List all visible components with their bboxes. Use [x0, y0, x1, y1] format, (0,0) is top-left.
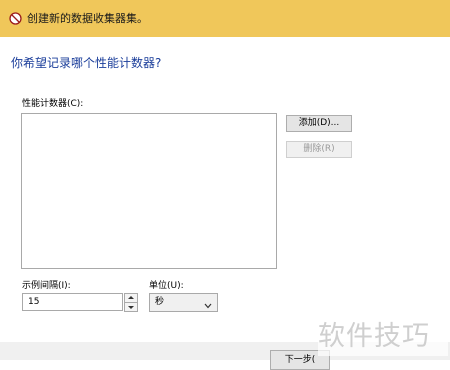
performance-counters-label: 性能计数器(C):: [22, 99, 84, 109]
watermark-text: 软件技巧: [318, 321, 430, 352]
window-title: 创建新的数据收集器集。: [27, 12, 148, 25]
sample-interval-spinner[interactable]: [124, 293, 138, 312]
sample-interval-label: 示例间隔(I):: [22, 281, 71, 291]
spin-down-icon[interactable]: [124, 302, 138, 312]
page-heading: 你希望记录哪个性能计数器?: [11, 56, 162, 70]
sample-interval-input[interactable]: 15: [22, 293, 123, 311]
units-label: 单位(U):: [149, 281, 184, 291]
watermark: 软件技巧: [318, 308, 448, 356]
wizard-icon: [9, 12, 22, 25]
title-bar: 创建新的数据收集器集。: [0, 0, 450, 37]
performance-counters-list[interactable]: [21, 113, 277, 269]
units-selected-value: 秒: [155, 297, 165, 307]
add-button[interactable]: 添加(D)...: [286, 115, 352, 132]
chevron-down-icon: [204, 299, 212, 309]
units-select[interactable]: 秒: [149, 293, 218, 312]
remove-button[interactable]: 删除(R): [286, 141, 352, 158]
